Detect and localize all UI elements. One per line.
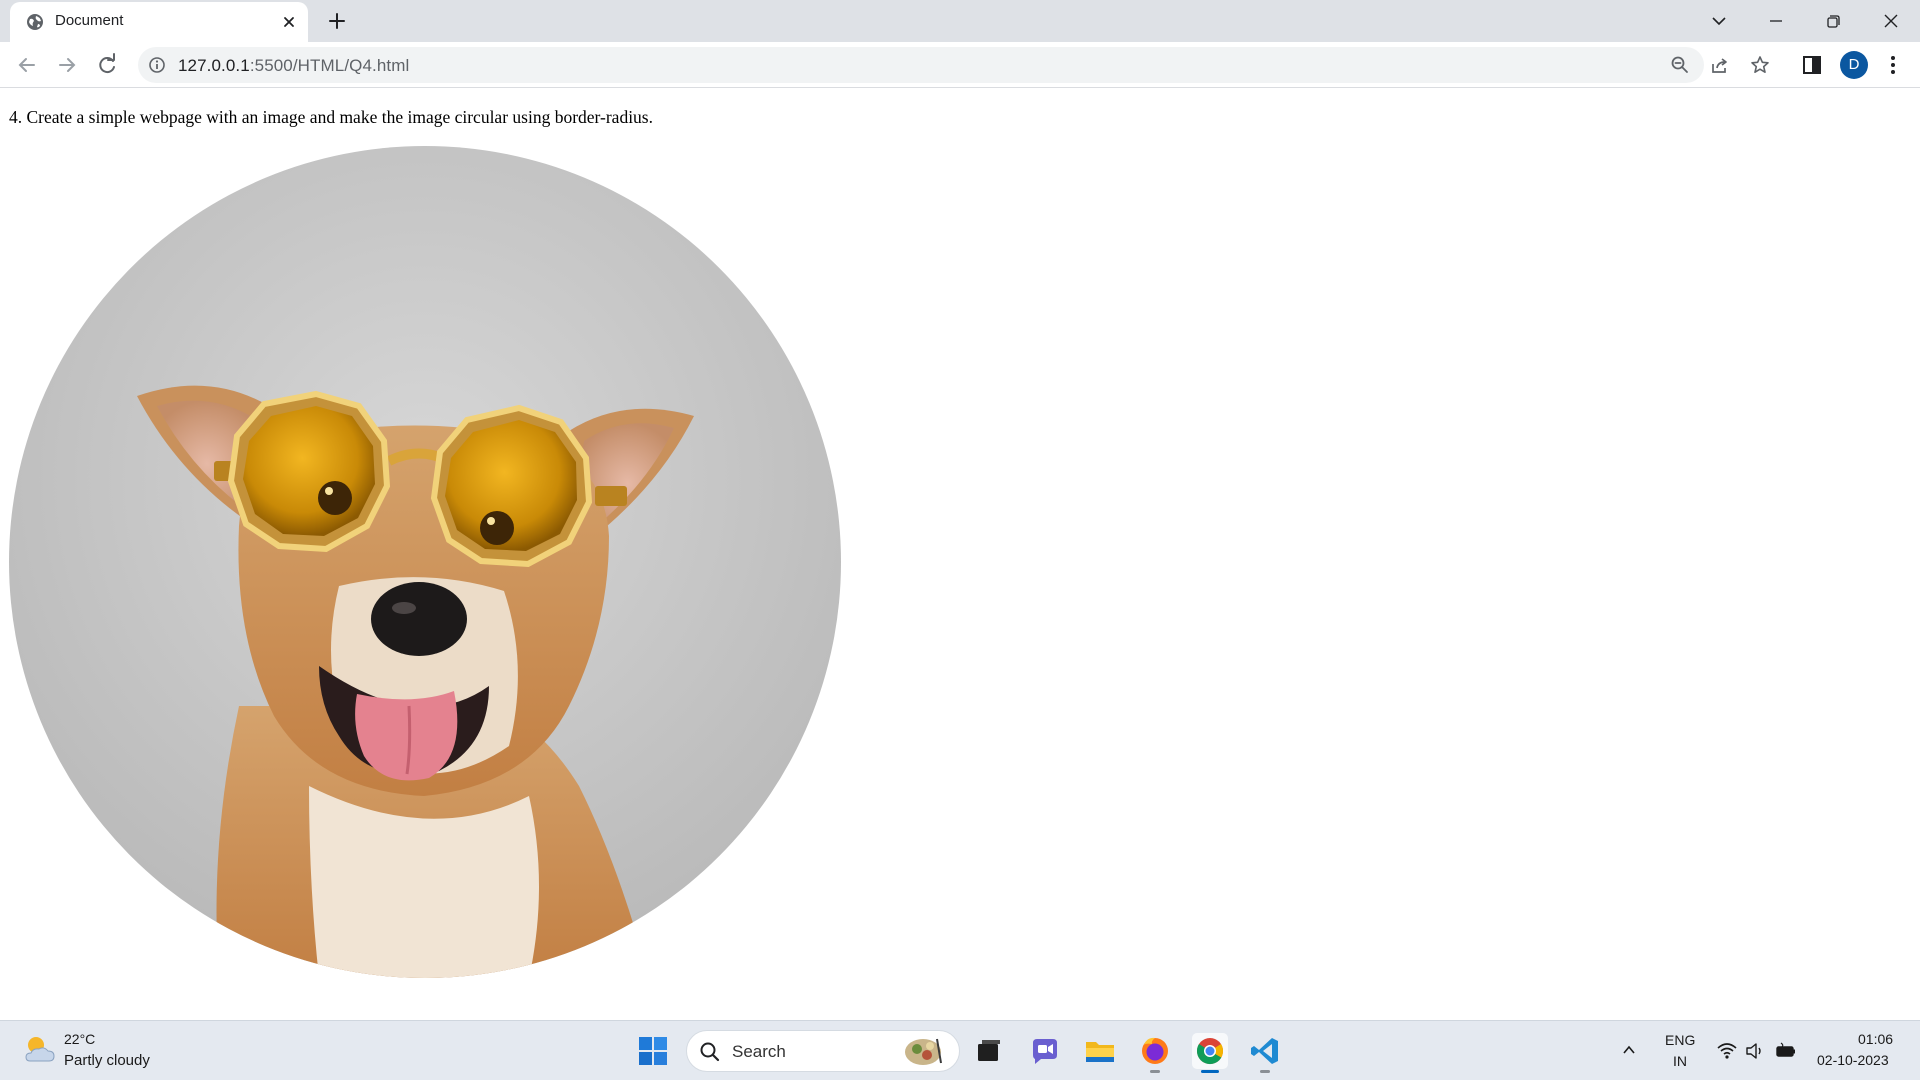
share-icon[interactable] (1710, 55, 1730, 75)
clock-time[interactable]: 01:06 (1858, 1031, 1893, 1047)
side-panel-icon[interactable] (1800, 53, 1824, 77)
forward-icon[interactable] (53, 51, 81, 79)
active-indicator (1201, 1070, 1219, 1073)
weather-description[interactable]: Partly cloudy (64, 1052, 150, 1069)
running-indicator (1150, 1070, 1160, 1073)
input-language[interactable]: ENG (1665, 1032, 1695, 1048)
battery-icon[interactable] (1775, 1040, 1797, 1062)
teams-chat-icon (1033, 1039, 1057, 1064)
wifi-icon[interactable] (1716, 1040, 1738, 1062)
menu-kebab-icon[interactable] (1881, 53, 1905, 77)
teams-chat-button[interactable] (1027, 1033, 1063, 1069)
search-icon (700, 1042, 720, 1062)
search-label: Search (732, 1042, 786, 1061)
profile-avatar[interactable]: D (1840, 51, 1868, 79)
url-host: 127.0.0.1 (178, 56, 250, 75)
task-view-button[interactable] (970, 1033, 1006, 1069)
chrome-icon (1196, 1038, 1224, 1065)
folder-icon (1086, 1042, 1114, 1062)
circular-dog-image (9, 146, 841, 978)
site-info-icon[interactable] (148, 56, 166, 74)
browser-toolbar: 127.0.0.1:5500/HTML/Q4.html D (0, 42, 1920, 88)
new-tab-icon[interactable] (325, 9, 349, 33)
taskbar-search-box[interactable]: Search (686, 1030, 960, 1072)
dog-with-sunglasses-illustration (9, 146, 841, 978)
volume-icon[interactable] (1744, 1040, 1766, 1062)
chrome-button[interactable] (1192, 1033, 1228, 1073)
url-text[interactable]: 127.0.0.1:5500/HTML/Q4.html (178, 56, 409, 76)
globe-icon (27, 14, 43, 30)
tab-search-chevron-icon[interactable] (1704, 6, 1734, 36)
windows-start-icon[interactable] (638, 1036, 668, 1066)
address-bar[interactable]: 127.0.0.1:5500/HTML/Q4.html (138, 47, 1769, 83)
windows-taskbar: 22°C Partly cloudy Search ENG IN 01:06 0… (0, 1020, 1920, 1080)
input-region[interactable]: IN (1673, 1053, 1687, 1069)
close-window-icon[interactable] (1876, 6, 1906, 36)
file-explorer-button[interactable] (1082, 1033, 1118, 1069)
chevron-up-icon[interactable] (1620, 1041, 1638, 1059)
zoom-icon[interactable] (1670, 55, 1690, 75)
reload-icon[interactable] (93, 51, 121, 79)
back-icon[interactable] (13, 51, 41, 79)
search-highlight-icon (905, 1038, 942, 1065)
partly-cloudy-icon[interactable] (22, 1033, 58, 1067)
url-path: :5500/HTML/Q4.html (249, 56, 410, 75)
close-tab-icon[interactable] (280, 13, 298, 31)
vscode-icon (1251, 1038, 1278, 1064)
firefox-button[interactable] (1137, 1033, 1173, 1073)
bookmark-star-icon[interactable] (1750, 55, 1770, 75)
tab-title: Document (55, 12, 124, 29)
firefox-icon (1142, 1037, 1168, 1064)
tab-strip: Document (0, 0, 1920, 42)
weather-temperature[interactable]: 22°C (64, 1031, 95, 1047)
restore-icon[interactable] (1818, 6, 1848, 36)
clock-date[interactable]: 02-10-2023 (1817, 1052, 1889, 1068)
minimize-icon[interactable] (1761, 6, 1791, 36)
vscode-button[interactable] (1247, 1033, 1283, 1073)
tab-document[interactable]: Document (10, 2, 308, 42)
task-view-icon (978, 1040, 1000, 1061)
instruction-text: 4. Create a simple webpage with an image… (9, 107, 653, 127)
running-indicator (1260, 1070, 1270, 1073)
